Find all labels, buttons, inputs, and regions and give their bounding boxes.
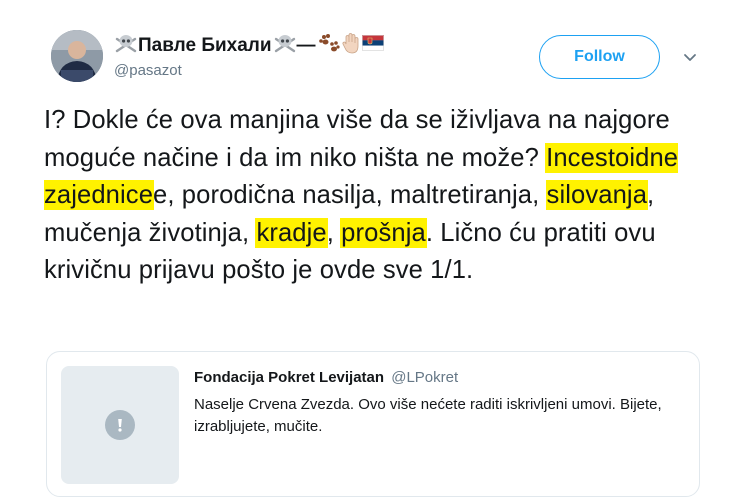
quoted-author-row: Fondacija Pokret Levijatan @LPokret (194, 369, 458, 386)
tweet-header: Павле Бихали — @pasazot Follow (45, 26, 725, 90)
quoted-author-handle[interactable]: @LPokret (391, 369, 458, 386)
raised-hand-icon (341, 32, 361, 59)
paw-prints-icon (318, 33, 340, 58)
tweet-text-segment: e, porodična nasilja, maltretiranja, (153, 181, 547, 210)
author-display-name[interactable]: Павле Бихали (138, 35, 272, 57)
quoted-tweet-text: Naselje Crvena Zvezda. Ovo više nećete r… (194, 396, 662, 435)
avatar[interactable] (51, 30, 103, 82)
avatar-photo (51, 30, 103, 82)
skull-crossbones-icon (274, 33, 296, 58)
quoted-media-placeholder[interactable] (61, 366, 179, 484)
exclamation-icon (105, 410, 135, 440)
serbia-flag-icon (361, 35, 384, 56)
author-handle[interactable]: @pasazot (114, 62, 182, 79)
author-name-row[interactable]: Павле Бихали — (114, 32, 384, 59)
highlighted-phrase: prošnja (341, 218, 426, 247)
skull-crossbones-icon (115, 33, 137, 58)
highlighted-phrase: silovanja (546, 181, 648, 210)
name-suffix-dash: — (296, 34, 316, 56)
tweet-text: I? Dokle će ova manjina više da se iživl… (44, 102, 724, 290)
quoted-tweet-card[interactable]: Fondacija Pokret Levijatan @LPokret Nase… (46, 351, 700, 497)
quoted-author-name[interactable]: Fondacija Pokret Levijatan (194, 369, 384, 386)
chevron-down-icon[interactable] (681, 48, 699, 66)
follow-button[interactable]: Follow (539, 35, 660, 79)
tweet-text-segment: , (326, 218, 342, 247)
highlighted-phrase: kradje (256, 218, 327, 247)
